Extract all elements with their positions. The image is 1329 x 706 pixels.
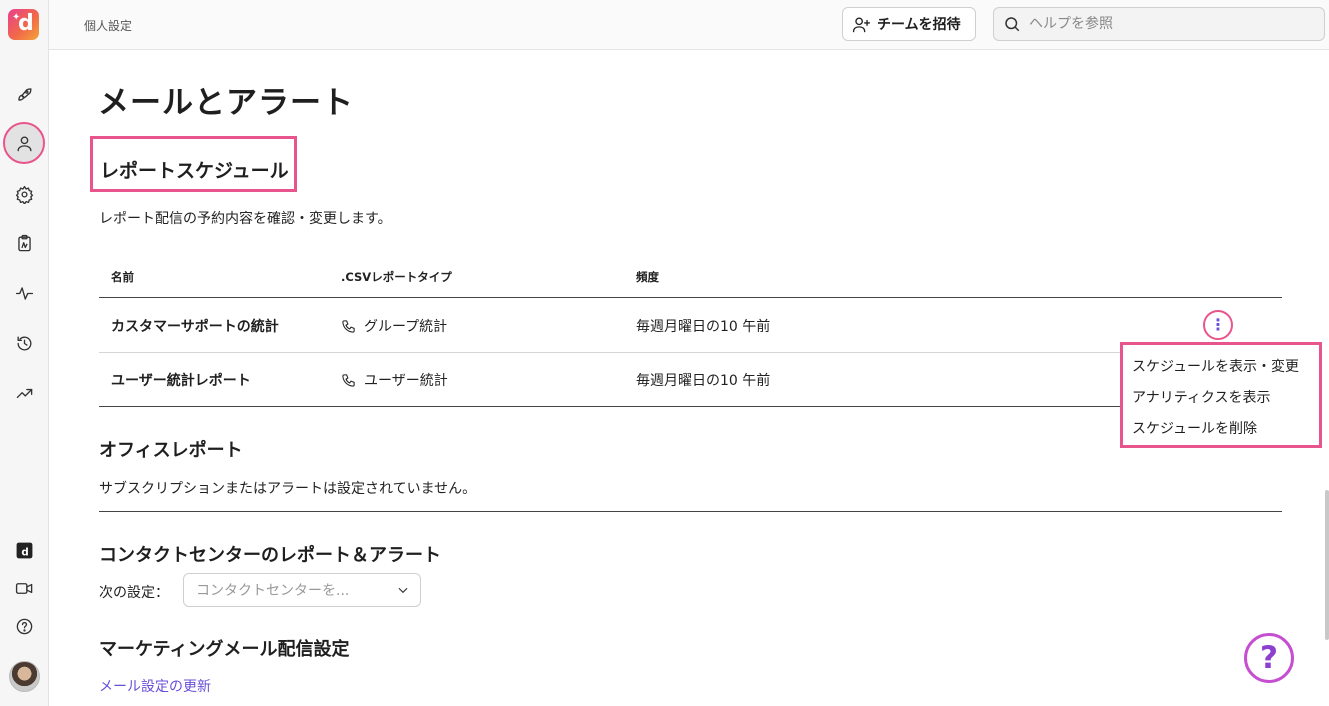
menu-item-delete-schedule[interactable]: スケジュールを削除 <box>1123 412 1319 443</box>
svg-text:d: d <box>21 546 28 558</box>
report-schedule-description: レポート配信の予約内容を確認・変更します。 <box>99 211 392 227</box>
help-fab-icon[interactable]: ? <box>1244 633 1294 683</box>
history-icon[interactable] <box>12 331 37 356</box>
table-header-divider <box>99 297 1282 298</box>
help-circle-icon[interactable] <box>12 614 37 639</box>
row-type-label: グループ統計 <box>364 319 448 335</box>
report-schedule-title: レポートスケジュール <box>100 160 289 182</box>
logo-letter-icon: d <box>18 11 34 36</box>
top-bar: 個人設定 チームを招待 <box>49 0 1329 50</box>
contact-center-select-label: 次の設定： <box>99 585 169 601</box>
marketing-title: マーケティングメール配信設定 <box>99 639 350 660</box>
user-plus-icon <box>852 16 871 32</box>
office-reports-title: オフィスレポート <box>99 440 243 461</box>
invite-team-button[interactable]: チームを招待 <box>842 7 976 41</box>
avatar[interactable] <box>9 661 40 692</box>
chevron-down-icon <box>396 583 410 597</box>
row-divider <box>99 352 1282 353</box>
column-header-frequency: 頻度 <box>636 270 659 284</box>
row-actions-menu: スケジュールを表示・変更 アナリティクスを表示 スケジュールを削除 <box>1120 342 1322 448</box>
breadcrumb: 個人設定 <box>84 19 133 33</box>
search-icon <box>1005 17 1020 32</box>
app-square-icon[interactable]: d <box>12 538 37 563</box>
trending-up-icon[interactable] <box>12 381 37 406</box>
row-actions-kebab-icon[interactable]: ⋮ <box>1203 310 1233 340</box>
clipboard-icon[interactable] <box>12 231 37 256</box>
phone-icon <box>342 319 355 333</box>
menu-item-view-analytics[interactable]: アナリティクスを表示 <box>1123 381 1319 412</box>
help-search-input[interactable] <box>1029 16 1309 32</box>
contact-center-select[interactable]: コンタクトセンターを... <box>183 573 421 607</box>
menu-item-view-edit-schedule[interactable]: スケジュールを表示・変更 <box>1123 350 1319 381</box>
contact-center-title: コンタクトセンターのレポート＆アラート <box>99 545 441 566</box>
row-name: ユーザー統計レポート <box>111 373 251 389</box>
gear-icon[interactable] <box>12 182 37 207</box>
row-frequency: 毎週月曜日の10 午前 <box>636 319 771 335</box>
activity-icon[interactable] <box>12 281 37 306</box>
page-title: メールとアラート <box>98 85 354 121</box>
phone-icon <box>342 373 355 387</box>
office-reports-empty-text: サブスクリプションまたはアラートは設定されていません。 <box>99 481 477 497</box>
row-type: ユーザー統計 <box>341 370 448 390</box>
video-icon[interactable] <box>12 576 37 601</box>
app-logo[interactable]: ✦ d <box>8 9 39 40</box>
invite-team-label: チームを招待 <box>877 17 961 33</box>
main-content: メールとアラート レポートスケジュール レポート配信の予約内容を確認・変更します… <box>49 51 1329 706</box>
row-type: グループ統計 <box>341 316 447 336</box>
scrollbar[interactable] <box>1325 490 1329 640</box>
contact-center-select-placeholder: コンタクトセンターを... <box>196 583 350 599</box>
row-name: カスタマーサポートの統計 <box>111 319 279 335</box>
update-email-settings-link[interactable]: メール設定の更新 <box>99 676 211 696</box>
help-search[interactable] <box>993 7 1325 41</box>
rocket-icon[interactable] <box>12 82 37 107</box>
section-divider <box>99 511 1282 512</box>
row-frequency: 毎週月曜日の10 午前 <box>636 373 771 389</box>
table-bottom-divider <box>99 406 1282 407</box>
column-header-type: .CSVレポートタイプ <box>341 270 452 284</box>
row-type-label: ユーザー統計 <box>364 373 448 389</box>
sidebar: ✦ d d <box>0 0 49 706</box>
user-icon[interactable] <box>12 131 37 156</box>
column-header-name: 名前 <box>111 270 134 284</box>
